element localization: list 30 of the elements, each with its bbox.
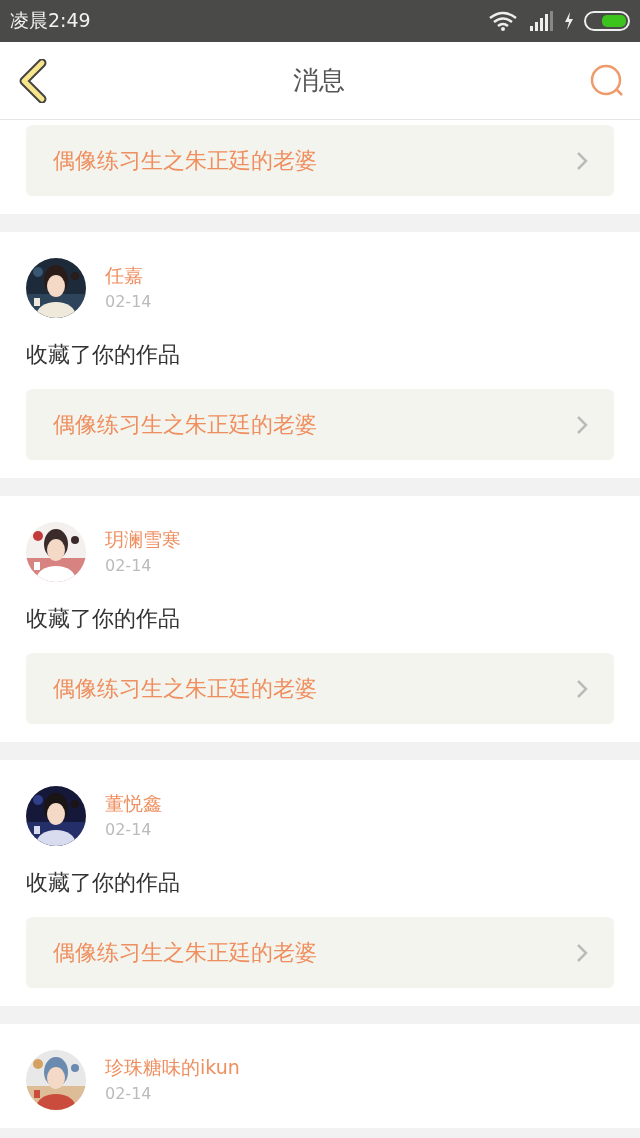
message-date: 02-14 [105,292,152,312]
message-text: 收藏了你的作品 [26,341,180,369]
chevron-icon [576,678,588,699]
work-title: 偶像练习生之朱正廷的老婆 [53,674,317,703]
user-name[interactable]: 珍珠糖味的ikun [105,1056,240,1078]
work-title: 偶像练习生之朱正廷的老婆 [53,938,317,967]
page-title: 消息 [293,64,345,97]
work-link[interactable]: 偶像练习生之朱正廷的老婆 [26,125,614,196]
message-text: 收藏了你的作品 [26,869,180,897]
work-link[interactable]: 偶像练习生之朱正廷的老婆 [26,389,614,460]
chevron-icon [576,150,588,171]
chevron-icon [576,414,588,435]
status-time: 凌晨2:49 [10,8,91,33]
charging-icon [564,12,574,30]
message-text: 收藏了你的作品 [26,605,180,633]
work-link[interactable]: 偶像练习生之朱正廷的老婆 [26,653,614,724]
work-link[interactable]: 偶像练习生之朱正廷的老婆 [26,917,614,988]
user-name[interactable]: 任嘉 [105,264,152,286]
battery-icon [584,11,630,31]
chevron-icon [576,942,588,963]
work-title: 偶像练习生之朱正廷的老婆 [53,410,317,439]
work-title: 偶像练习生之朱正廷的老婆 [53,146,317,175]
message-date: 02-14 [105,1084,153,1104]
signal-icon [528,10,554,32]
user-name[interactable]: 玥澜雪寒 [105,528,181,550]
back-icon[interactable] [18,58,48,103]
wifi-icon [488,11,518,31]
message-date: 02-14 [105,556,153,576]
message-date: 02-14 [105,820,153,840]
user-name[interactable]: 董悦鑫 [105,792,162,814]
